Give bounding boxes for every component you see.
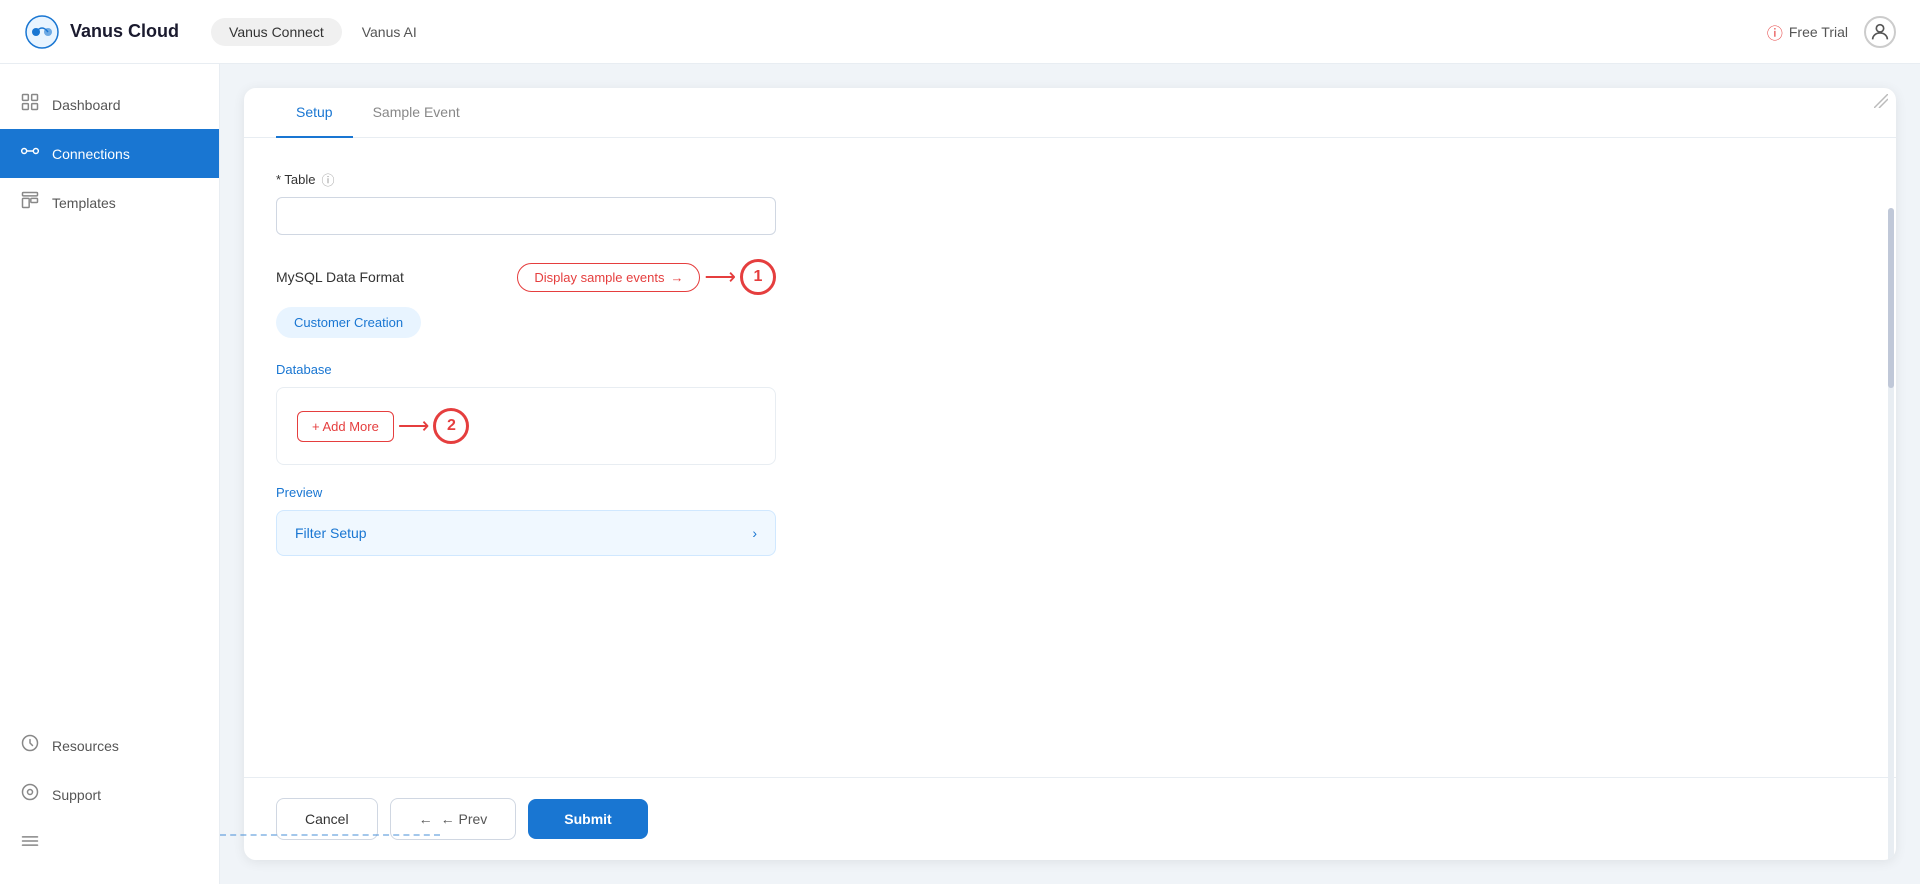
- sidebar-connections-label: Connections: [52, 146, 130, 162]
- sidebar-templates-label: Templates: [52, 195, 116, 211]
- preview-label: Preview: [276, 485, 1864, 500]
- vanus-ai-nav[interactable]: Vanus AI: [350, 18, 429, 46]
- sidebar-item-dashboard[interactable]: Dashboard: [0, 80, 219, 129]
- add-more-button[interactable]: + Add More: [297, 411, 394, 442]
- sidebar-dashboard-label: Dashboard: [52, 97, 121, 113]
- tab-setup[interactable]: Setup: [276, 88, 353, 138]
- database-label: Database: [276, 362, 1864, 377]
- content-area: Setup Sample Event * Table ⓘ: [220, 64, 1920, 884]
- sidebar-item-menu[interactable]: [0, 819, 219, 868]
- sidebar-item-connections[interactable]: Connections: [0, 129, 219, 178]
- main-layout: Dashboard Connections Templates: [0, 64, 1920, 884]
- scrollbar-track: [1888, 208, 1894, 860]
- sidebar-support-label: Support: [52, 787, 101, 803]
- topnav-right: ⓘ Free Trial: [1767, 16, 1896, 48]
- mysql-format-label: MySQL Data Format: [276, 269, 404, 285]
- database-box: + Add More ⟶ 2: [276, 387, 776, 465]
- filter-setup-chevron-icon: ›: [752, 525, 757, 541]
- add-more-row: + Add More ⟶ 2: [297, 408, 469, 444]
- logo-icon: [24, 14, 60, 50]
- sidebar-item-support[interactable]: Support: [0, 770, 219, 819]
- annotation-arrow-1: ⟶: [704, 264, 736, 290]
- table-field-group: * Table ⓘ: [276, 170, 1864, 235]
- table-label: * Table ⓘ: [276, 170, 1864, 189]
- filter-setup-button[interactable]: Filter Setup ›: [276, 510, 776, 556]
- annotation-circle-1: 1: [740, 259, 776, 295]
- menu-icon: [20, 831, 40, 856]
- sidebar-bottom: Resources Support: [0, 721, 219, 868]
- display-sample-annotation: Display sample events → ⟶ 1: [517, 259, 776, 295]
- submit-button[interactable]: Submit: [528, 799, 647, 839]
- templates-icon: [20, 190, 40, 215]
- free-trial-button[interactable]: ⓘ Free Trial: [1767, 20, 1848, 44]
- display-sample-button[interactable]: Display sample events →: [517, 263, 700, 292]
- user-avatar[interactable]: [1864, 16, 1896, 48]
- logo-area: Vanus Cloud: [24, 14, 179, 50]
- customer-creation-tab[interactable]: Customer Creation: [276, 307, 421, 338]
- resources-icon: [20, 733, 40, 758]
- connections-icon: [20, 141, 40, 166]
- dashed-decoration-line: [220, 834, 440, 864]
- scrollbar-thumb: [1888, 208, 1894, 388]
- prev-arrow-icon: ←: [419, 811, 433, 827]
- app-name: Vanus Cloud: [70, 21, 179, 42]
- sidebar-resources-label: Resources: [52, 738, 119, 754]
- sidebar: Dashboard Connections Templates: [0, 64, 220, 884]
- annotation-circle-2: 2: [433, 408, 469, 444]
- table-input[interactable]: [276, 197, 776, 235]
- panel-footer: Cancel ← ← Prev Submit: [244, 777, 1896, 860]
- scrollbar[interactable]: [1886, 88, 1896, 860]
- mysql-format-row: MySQL Data Format Display sample events …: [276, 259, 776, 295]
- panel-tabs: Setup Sample Event: [244, 88, 1896, 138]
- sidebar-item-resources[interactable]: Resources: [0, 721, 219, 770]
- dashboard-icon: [20, 92, 40, 117]
- table-info-icon: ⓘ: [322, 170, 335, 189]
- sidebar-item-templates[interactable]: Templates: [0, 178, 219, 227]
- tab-sample-event[interactable]: Sample Event: [353, 88, 480, 138]
- support-icon: [20, 782, 40, 807]
- panel-body: * Table ⓘ MySQL Data Format Display samp…: [244, 138, 1896, 777]
- top-navigation: Vanus Cloud Vanus Connect Vanus AI ⓘ Fre…: [0, 0, 1920, 64]
- preview-section: Preview Filter Setup ›: [276, 485, 1864, 556]
- vanus-connect-nav[interactable]: Vanus Connect: [211, 18, 342, 46]
- display-sample-arrow-icon: →: [670, 270, 683, 285]
- annotation-arrow-2: ⟶: [398, 413, 430, 439]
- info-circle-icon: ⓘ: [1767, 20, 1783, 44]
- database-section: Database + Add More ⟶ 2: [276, 362, 1864, 465]
- customer-creation-tab-wrapper: Customer Creation: [276, 307, 776, 350]
- main-panel: Setup Sample Event * Table ⓘ: [244, 88, 1896, 860]
